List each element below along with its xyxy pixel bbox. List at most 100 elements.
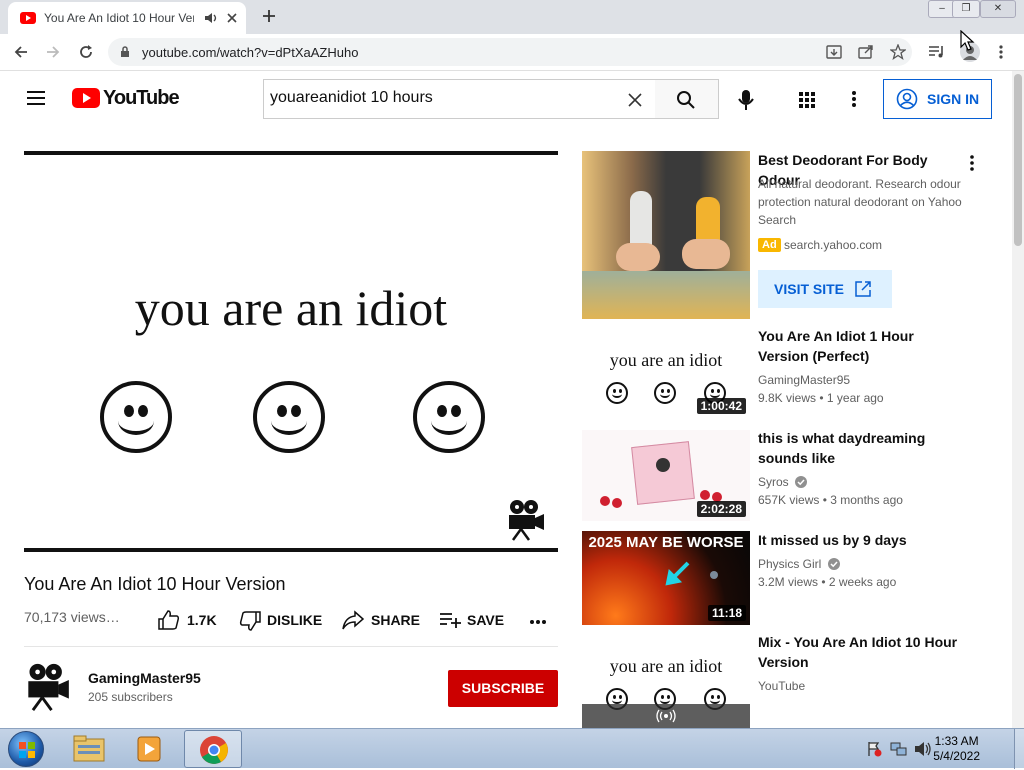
related-video-title[interactable]: Mix - You Are An Idiot 10 Hour Version [758, 632, 968, 672]
audio-playing-icon[interactable] [204, 12, 218, 24]
thumbnail-text: you are an idiot [609, 350, 723, 370]
asteroid [710, 571, 718, 579]
start-button[interactable] [8, 731, 44, 767]
related-video-meta: 657K views • 3 months ago [758, 493, 903, 507]
sign-in-label: SIGN IN [927, 91, 980, 107]
install-app-icon[interactable] [826, 44, 842, 60]
thumbs-up-icon [158, 610, 180, 630]
browser-toolbar: youtube.com/watch?v=dPtXaAZHuho [0, 30, 1024, 71]
address-bar[interactable]: youtube.com/watch?v=dPtXaAZHuho [108, 38, 912, 66]
video-title: You Are An Idiot 10 Hour Version [24, 574, 286, 594]
video-player[interactable]: you are an idiot [24, 151, 558, 552]
video-duration: 2:02:28 [696, 501, 746, 517]
chrome-icon [200, 736, 228, 764]
smiley-face-icon [413, 381, 485, 453]
media-player-icon [137, 736, 161, 762]
related-video-thumbnail[interactable]: you are an idiot [582, 636, 750, 728]
search-button[interactable] [655, 79, 719, 119]
search-icon [677, 91, 695, 109]
related-video-channel[interactable]: YouTube [758, 677, 805, 695]
smiley-face-icon [253, 381, 325, 453]
restore-window-button[interactable]: ❐ [952, 0, 980, 18]
microphone-icon[interactable] [738, 89, 754, 111]
divider [24, 646, 558, 647]
verified-check-icon [795, 476, 808, 488]
channel-name-label: Syros [758, 475, 789, 489]
share-label: SHARE [371, 612, 421, 628]
search-input[interactable] [270, 89, 620, 107]
settings-more-icon[interactable] [851, 90, 857, 108]
forward-arrow-icon[interactable] [45, 44, 61, 60]
arrow-pointer-icon [665, 561, 690, 586]
clock-date: 5/4/2022 [933, 749, 980, 763]
related-video-channel[interactable]: Physics Girl [758, 555, 840, 573]
visit-site-button[interactable]: VISIT SITE [758, 270, 892, 308]
subscriber-count: 205 subscribers [88, 690, 173, 704]
smiley-face-icon [654, 382, 676, 404]
youtube-logo-text: YouTube [103, 87, 180, 109]
related-video-meta: 9.8K views • 1 year ago [758, 391, 884, 405]
new-tab-icon[interactable] [262, 9, 276, 23]
youtube-logo-icon [72, 88, 100, 108]
hand [682, 239, 730, 269]
related-video-thumbnail[interactable]: you are an idiot 1:00:42 [582, 330, 750, 418]
close-window-button[interactable]: ✕ [980, 0, 1016, 18]
bookmark-star-icon[interactable] [890, 44, 906, 60]
account-circle-icon [896, 88, 918, 110]
tab-title: You Are An Idiot 10 Hour Version [44, 11, 194, 25]
channel-avatar[interactable] [26, 662, 70, 712]
hamburger-menu-icon[interactable] [26, 90, 46, 106]
visit-site-label: VISIT SITE [774, 281, 845, 297]
search-box [263, 79, 656, 119]
related-video-title[interactable]: this is what daydreaming sounds like [758, 428, 948, 468]
channel-name-label: Physics Girl [758, 557, 822, 571]
share-page-icon[interactable] [858, 44, 874, 60]
sign-in-button[interactable]: SIGN IN [883, 79, 992, 119]
system-clock[interactable]: 1:33 AM 5/4/2022 [933, 734, 980, 764]
action-center-flag-icon[interactable] [866, 741, 882, 757]
subscribe-button[interactable]: SUBSCRIBE [448, 670, 558, 707]
video-frame-text: you are an idiot [134, 280, 448, 336]
save-label: SAVE [467, 612, 505, 628]
media-control-icon[interactable] [928, 44, 946, 60]
media-player-taskbar-button[interactable] [130, 733, 168, 765]
scrollbar-thumb[interactable] [1014, 74, 1022, 246]
browser-tab[interactable]: You Are An Idiot 10 Hour Version [8, 2, 246, 34]
ad-description: All natural deodorant. Research odour pr… [758, 177, 962, 227]
lock-icon[interactable] [120, 46, 130, 58]
ad-background [582, 271, 750, 319]
back-arrow-icon[interactable] [13, 44, 29, 60]
related-video-thumbnail[interactable]: 2025 MAY BE WORSE 11:18 [582, 531, 750, 625]
reload-icon[interactable] [78, 44, 94, 60]
windows-taskbar: 1:33 AM 5/4/2022 [0, 728, 1024, 769]
deodorant-stick-white [630, 191, 652, 249]
related-video-title[interactable]: You Are An Idiot 1 Hour Version (Perfect… [758, 326, 968, 366]
hand [616, 243, 660, 271]
page-scrollbar[interactable] [1012, 71, 1024, 728]
more-actions-icon[interactable] [529, 619, 547, 625]
related-video-channel[interactable]: Syros [758, 473, 808, 491]
chrome-menu-icon[interactable] [998, 44, 1004, 60]
related-video-thumbnail[interactable]: 2:02:28 [582, 430, 750, 521]
ad-domain: search.yahoo.com [784, 238, 883, 252]
ad-badge: Ad [758, 238, 781, 252]
tab-close-icon[interactable] [226, 12, 238, 24]
ad-thumbnail[interactable] [582, 151, 750, 319]
related-video-channel[interactable]: GamingMaster95 [758, 371, 850, 389]
view-count[interactable]: 70,173 views… [24, 609, 120, 625]
cherry [700, 490, 710, 500]
chrome-taskbar-button[interactable] [184, 730, 242, 768]
smiley-face-icon [606, 382, 628, 404]
clear-search-icon[interactable] [628, 93, 642, 107]
network-icon[interactable] [890, 741, 908, 757]
channel-name[interactable]: GamingMaster95 [88, 670, 201, 686]
ad-menu-icon[interactable] [969, 155, 975, 171]
show-desktop-button[interactable] [1014, 729, 1024, 769]
thumbnail-text: 2025 MAY BE WORSE [588, 534, 744, 551]
illustrated-box [631, 441, 695, 505]
video-duration: 1:00:42 [696, 398, 746, 414]
volume-icon[interactable] [914, 741, 932, 757]
related-video-title[interactable]: It missed us by 9 days [758, 530, 968, 550]
file-explorer-taskbar-button[interactable] [70, 733, 108, 765]
apps-grid-icon[interactable] [798, 91, 816, 109]
